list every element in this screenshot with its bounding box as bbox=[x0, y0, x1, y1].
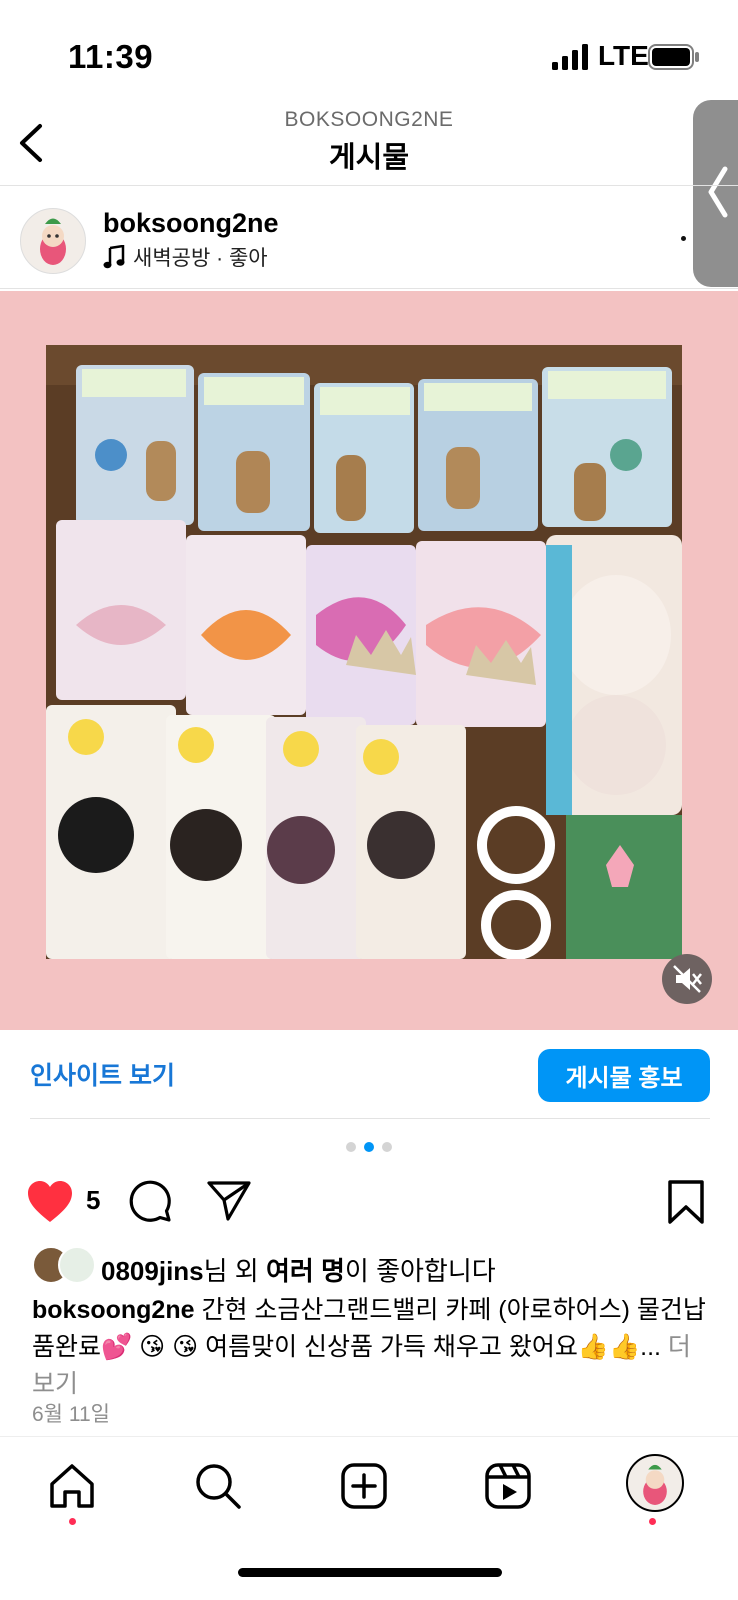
home-indicator[interactable] bbox=[238, 1568, 502, 1577]
network-label: LTE bbox=[598, 40, 649, 71]
mute-button[interactable] bbox=[662, 954, 712, 1004]
share-icon[interactable] bbox=[206, 1179, 252, 1223]
liker-avatar bbox=[58, 1246, 96, 1284]
post-date: 6월 11일 bbox=[32, 1403, 110, 1426]
mute-icon bbox=[673, 965, 702, 993]
post-header-divider bbox=[0, 288, 738, 289]
heart-icon[interactable] bbox=[26, 1180, 74, 1224]
page-title: 게시물 bbox=[328, 142, 410, 174]
product-photo bbox=[46, 345, 682, 959]
bookmark-icon[interactable] bbox=[667, 1180, 705, 1224]
comment-icon[interactable] bbox=[128, 1179, 172, 1223]
header-account: BOKSOONG2NE bbox=[284, 108, 454, 131]
header-divider bbox=[0, 185, 738, 186]
music-icon bbox=[103, 245, 125, 269]
home-icon[interactable] bbox=[48, 1462, 96, 1510]
liker-avatars[interactable] bbox=[32, 1246, 96, 1284]
reels-icon[interactable] bbox=[484, 1462, 532, 1510]
carousel-dot bbox=[382, 1142, 392, 1152]
post-username[interactable]: boksoong2ne bbox=[103, 208, 279, 239]
home-notification-dot bbox=[69, 1518, 76, 1525]
post-caption: boksoong2ne 간현 소금산그랜드밸리 카페 (아로하어스) 물건납품완… bbox=[32, 1296, 706, 1398]
insights-divider bbox=[30, 1118, 710, 1119]
carousel-indicator bbox=[346, 1142, 392, 1152]
music-label[interactable]: 새벽공방 · 좋아 bbox=[133, 242, 268, 272]
avatar[interactable] bbox=[20, 208, 86, 274]
profile-icon[interactable] bbox=[626, 1454, 684, 1512]
like-count[interactable]: 5 bbox=[86, 1185, 100, 1216]
carousel-dot-active bbox=[364, 1142, 374, 1152]
more-icon[interactable] bbox=[681, 236, 686, 241]
caption-author[interactable]: boksoong2ne bbox=[32, 1296, 195, 1324]
profile-notification-dot bbox=[649, 1518, 656, 1525]
signal-icon bbox=[552, 44, 588, 70]
create-icon[interactable] bbox=[340, 1462, 388, 1510]
insights-link[interactable]: 인사이트 보기 bbox=[30, 1056, 175, 1092]
chevron-left-icon bbox=[708, 166, 728, 218]
promote-button[interactable]: 게시물 홍보 bbox=[538, 1049, 710, 1102]
nav-divider bbox=[0, 1436, 738, 1437]
status-time: 11:39 bbox=[68, 38, 154, 75]
carousel-dot bbox=[346, 1142, 356, 1152]
side-panel-handle[interactable] bbox=[693, 100, 738, 287]
liked-by-text[interactable]: 0809jins님 외 여러 명이 좋아합니다 bbox=[101, 1251, 496, 1288]
search-icon[interactable] bbox=[194, 1462, 242, 1510]
battery-icon bbox=[648, 44, 699, 70]
